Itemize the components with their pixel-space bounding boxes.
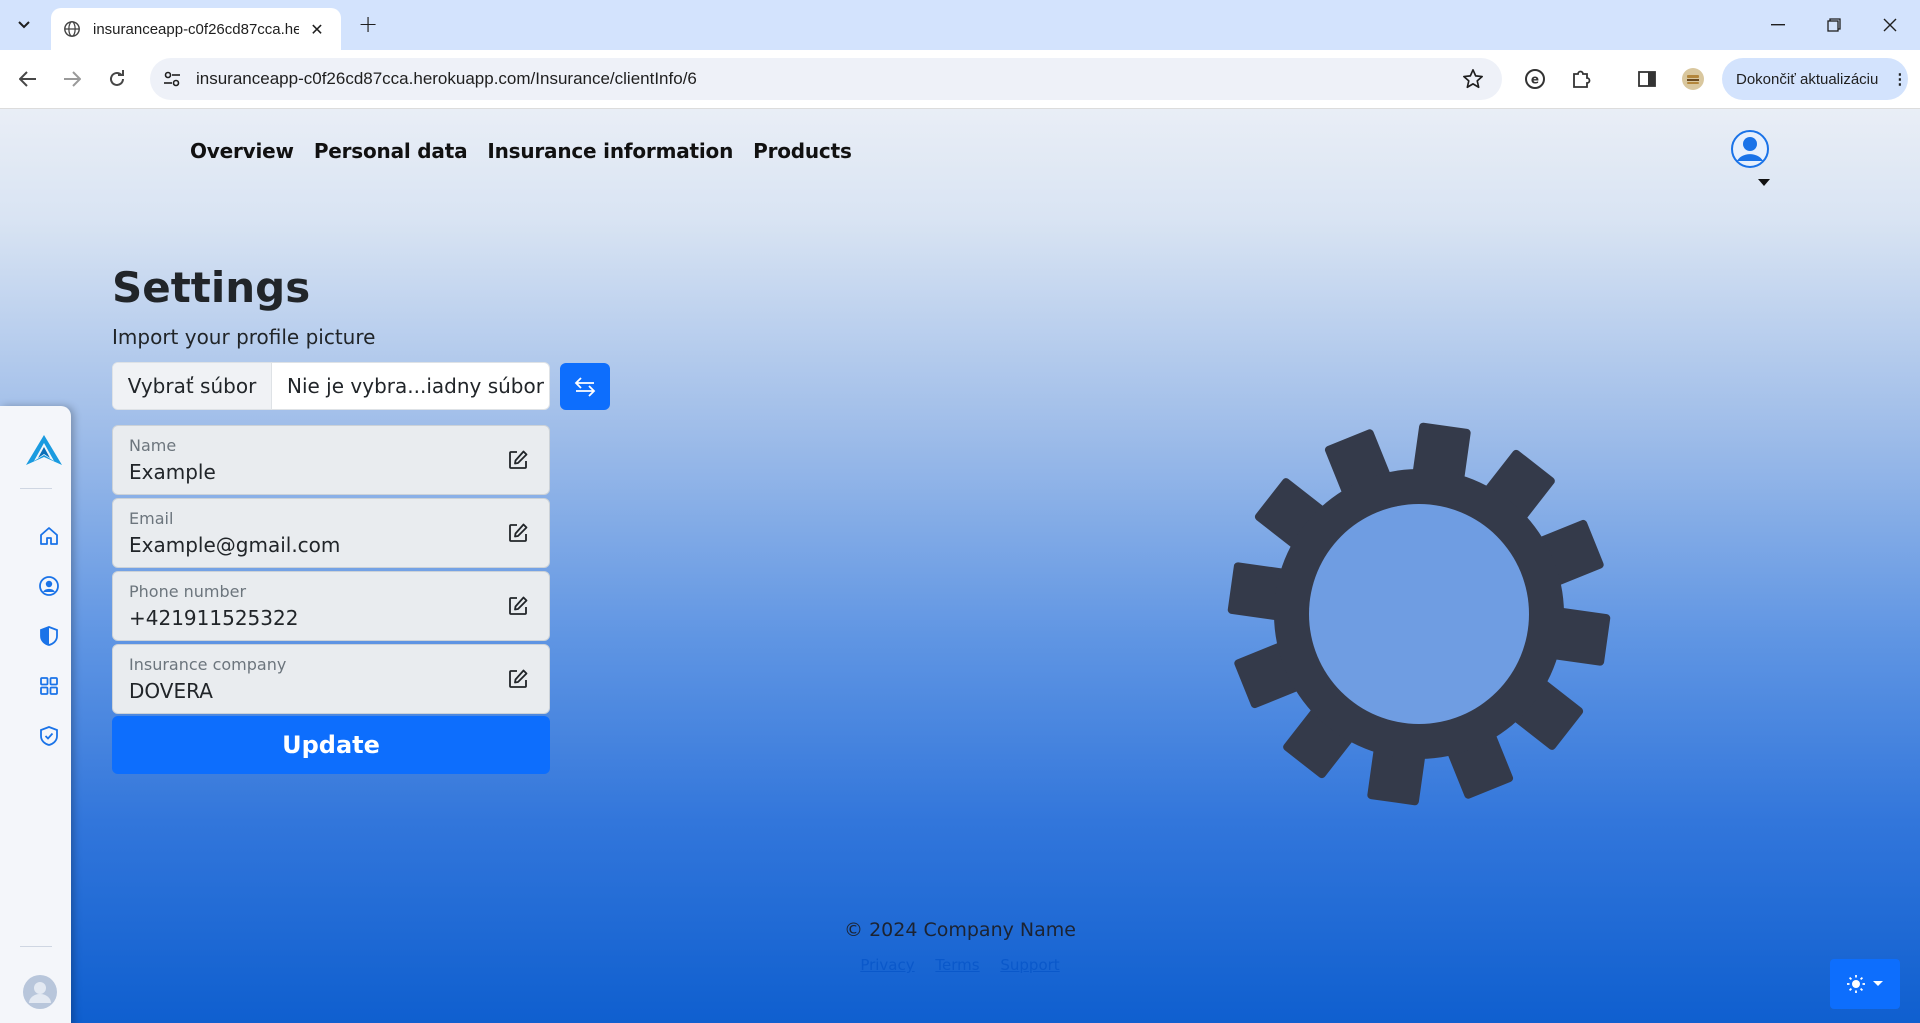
- browser-tabstrip: insuranceapp-c0f26cd87cca.herokuapp.com …: [0, 0, 1920, 50]
- insurance-company-field-value[interactable]: DOVERA: [129, 679, 213, 703]
- extension-e-icon[interactable]: e: [1522, 66, 1548, 92]
- email-field[interactable]: Email Example@gmail.com: [112, 498, 550, 568]
- update-browser-button[interactable]: Dokončiť aktualizáciu ⋮: [1722, 58, 1908, 100]
- svg-text:e: e: [1531, 73, 1539, 87]
- side-panel-icon[interactable]: [1634, 66, 1660, 92]
- globe-icon: [64, 21, 80, 37]
- profile-avatar-icon[interactable]: [1680, 66, 1706, 92]
- profile-picture-file-input[interactable]: Vybrať súbor Nie je vybra...iadny súbor: [112, 362, 550, 410]
- email-field-label: Email: [129, 509, 174, 528]
- tab-search-chevron-icon[interactable]: [8, 9, 40, 41]
- choose-file-button[interactable]: Vybrať súbor: [113, 363, 272, 409]
- forward-arrow-icon[interactable]: [55, 62, 89, 96]
- phone-field-value[interactable]: +421911525322: [129, 606, 298, 630]
- name-field-value[interactable]: Example: [129, 460, 216, 484]
- address-bar[interactable]: insuranceapp-c0f26cd87cca.herokuapp.com/…: [150, 58, 1502, 100]
- nav-overview[interactable]: Overview: [190, 139, 294, 163]
- footer-link-privacy[interactable]: Privacy: [860, 956, 914, 974]
- shield-check-icon[interactable]: [36, 723, 62, 749]
- site-info-icon[interactable]: [162, 69, 182, 89]
- edit-icon[interactable]: [507, 595, 529, 617]
- update-button[interactable]: Update: [112, 716, 550, 774]
- edit-icon[interactable]: [507, 668, 529, 690]
- grid-icon[interactable]: [36, 673, 62, 699]
- name-field-label: Name: [129, 436, 177, 455]
- page-content: Overview Personal data Insurance informa…: [0, 109, 1920, 1023]
- page-title: Settings: [112, 263, 311, 312]
- nav-insurance-information[interactable]: Insurance information: [487, 139, 733, 163]
- nav-personal-data[interactable]: Personal data: [314, 139, 468, 163]
- back-arrow-icon[interactable]: [11, 62, 45, 96]
- email-field-value[interactable]: Example@gmail.com: [129, 533, 340, 557]
- gear-icon: [1227, 422, 1611, 806]
- user-circle-icon[interactable]: [36, 573, 62, 599]
- insurance-company-field-label: Insurance company: [129, 655, 287, 674]
- upload-swap-button[interactable]: [560, 363, 610, 410]
- edit-icon[interactable]: [507, 522, 529, 544]
- footer-link-terms[interactable]: Terms: [935, 956, 979, 974]
- extensions-puzzle-icon[interactable]: [1568, 66, 1594, 92]
- footer-links: Privacy Terms Support: [0, 956, 1920, 974]
- sidebar-avatar-icon[interactable]: [22, 974, 58, 1010]
- user-avatar-icon[interactable]: [1730, 129, 1770, 169]
- tab-title: insuranceapp-c0f26cd87cca.herokuapp.com: [93, 20, 299, 38]
- phone-field[interactable]: Phone number +421911525322: [112, 571, 550, 641]
- new-tab-button[interactable]: +: [352, 9, 384, 41]
- sidebar-divider: [20, 488, 52, 489]
- user-menu-caret-icon[interactable]: [1758, 179, 1770, 186]
- footer-link-support[interactable]: Support: [1000, 956, 1059, 974]
- minimize-icon[interactable]: [1750, 0, 1806, 50]
- swap-arrows-icon: [574, 376, 596, 397]
- more-vert-icon[interactable]: ⋮: [1892, 70, 1907, 88]
- phone-field-label: Phone number: [129, 582, 247, 601]
- logo-icon[interactable]: [23, 429, 65, 471]
- sidebar-divider: [20, 946, 52, 947]
- name-field[interactable]: Name Example: [112, 425, 550, 495]
- chevron-down-icon: [1873, 981, 1883, 986]
- close-window-icon[interactable]: [1862, 0, 1918, 50]
- import-picture-label: Import your profile picture: [112, 325, 376, 349]
- home-icon[interactable]: [36, 523, 62, 549]
- close-tab-icon[interactable]: ✕: [307, 20, 327, 39]
- url-text[interactable]: insuranceapp-c0f26cd87cca.herokuapp.com/…: [196, 58, 697, 100]
- shield-icon[interactable]: [36, 623, 62, 649]
- edit-icon[interactable]: [507, 449, 529, 471]
- copyright-text: © 2024 Company Name: [844, 919, 1076, 941]
- restore-icon[interactable]: [1806, 0, 1862, 50]
- insurance-company-field[interactable]: Insurance company DOVERA: [112, 644, 550, 714]
- update-browser-label: Dokončiť aktualizáciu: [1736, 70, 1879, 88]
- nav-products[interactable]: Products: [753, 139, 852, 163]
- reload-icon[interactable]: [100, 62, 134, 96]
- top-navigation: Overview Personal data Insurance informa…: [190, 139, 852, 163]
- browser-toolbar: insuranceapp-c0f26cd87cca.herokuapp.com/…: [0, 50, 1920, 109]
- browser-tab[interactable]: insuranceapp-c0f26cd87cca.herokuapp.com …: [51, 8, 341, 50]
- file-status-text: Nie je vybra...iadny súbor: [287, 374, 544, 398]
- bookmark-star-icon[interactable]: [1462, 68, 1484, 90]
- sun-icon: [1847, 975, 1865, 993]
- theme-toggle-button[interactable]: [1830, 959, 1900, 1009]
